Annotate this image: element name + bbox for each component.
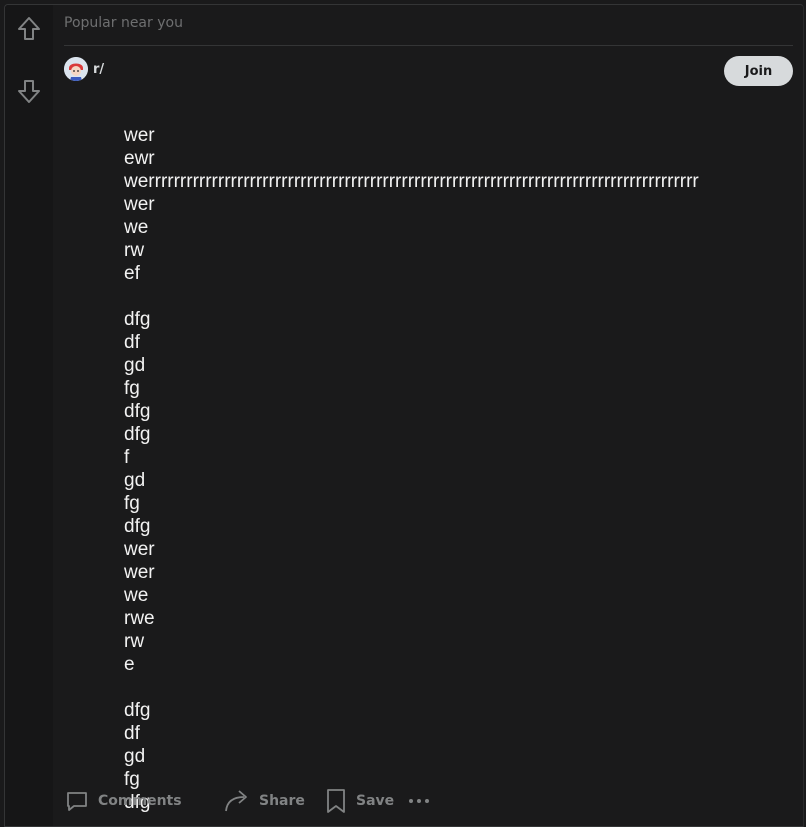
- post-body-line: f: [124, 447, 130, 468]
- share-label: Share: [259, 792, 305, 809]
- subreddit-avatar[interactable]: [64, 57, 88, 81]
- post-card[interactable]: Popular near you r/ Join wer ewr werrrrrrr…: [4, 4, 804, 827]
- subreddit-row: r/: [64, 57, 104, 81]
- post-body: wer ewr werrrrrrrrrrrrrrrrrrrrrrrrrrrrrrrr…: [124, 124, 803, 814]
- join-button[interactable]: Join: [724, 56, 793, 86]
- divider: [64, 45, 793, 46]
- post-content: Popular near you r/ Join wer ewr werrrrrrr…: [53, 5, 803, 826]
- post-body-line: [124, 676, 803, 699]
- comments-label: Comments: [98, 792, 182, 809]
- post-body-line: ewr: [124, 148, 155, 169]
- subreddit-name[interactable]: r/: [93, 62, 104, 77]
- post-body-line: e: [124, 654, 135, 675]
- arrow-down-icon: [18, 80, 40, 103]
- post-body-line: rwe: [124, 608, 155, 629]
- post-body-line: dfg: [124, 516, 151, 537]
- vote-column: [5, 5, 53, 826]
- share-button[interactable]: Share: [223, 775, 305, 826]
- post-body-line: [124, 285, 803, 308]
- post-body-line: dfg: [124, 424, 151, 445]
- post-body-line: dfg: [124, 700, 151, 721]
- post-body-line: rw: [124, 631, 145, 652]
- post-body-line: wer: [124, 194, 155, 215]
- post-body-line: rw: [124, 240, 145, 261]
- more-options-button[interactable]: [407, 775, 431, 826]
- post-body-line: dfg: [124, 401, 151, 422]
- post-body-line: fg: [124, 493, 140, 514]
- post-body-line: gd: [124, 746, 146, 767]
- save-label: Save: [356, 792, 395, 809]
- post-body-line: df: [124, 723, 140, 744]
- post-body-line: gd: [124, 355, 146, 376]
- comment-icon: [67, 791, 87, 811]
- post-body-line: wer: [124, 562, 155, 583]
- post-body-line: gd: [124, 470, 146, 491]
- post-body-line: we: [124, 217, 149, 238]
- save-button[interactable]: Save: [324, 775, 394, 826]
- post-body-line: ef: [124, 263, 140, 284]
- post-body-line: dfg: [124, 309, 151, 330]
- post-body-line: we: [124, 585, 149, 606]
- bookmark-icon: [327, 788, 345, 813]
- arrow-up-icon: [18, 17, 40, 40]
- share-icon: [225, 789, 247, 811]
- post-body-line: wer: [124, 539, 155, 560]
- popular-near-you-caption: Popular near you: [64, 15, 183, 31]
- action-bar: Comments Share Save: [53, 775, 803, 826]
- post-body-line: fg: [124, 378, 140, 399]
- downvote-button[interactable]: [13, 75, 45, 107]
- post-body-line: wer: [124, 125, 155, 146]
- post-body-line: werrrrrrrrrrrrrrrrrrrrrrrrrrrrrrrrrrrrrr…: [124, 171, 699, 192]
- more-icon: [409, 798, 429, 803]
- upvote-button[interactable]: [13, 13, 45, 45]
- post-body-line: df: [124, 332, 140, 353]
- comments-button[interactable]: Comments: [64, 775, 182, 826]
